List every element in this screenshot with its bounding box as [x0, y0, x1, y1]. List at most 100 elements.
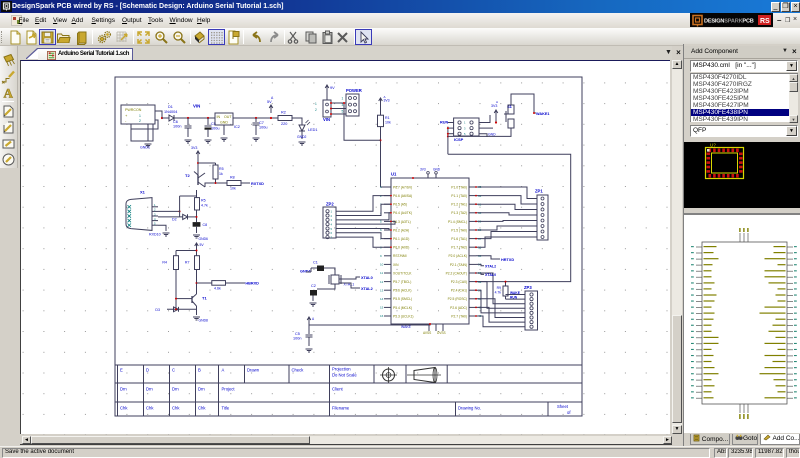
svg-text:U?: U? [710, 143, 716, 148]
svg-text:7: 7 [331, 235, 333, 239]
svg-text:Check: Check [292, 368, 305, 373]
svg-text:RUN: RUN [510, 296, 518, 300]
svg-text:AVSS: AVSS [423, 331, 431, 335]
svg-text:A: A [496, 100, 498, 104]
svg-text:ZP3: ZP3 [524, 285, 532, 290]
svg-text:Title: Title [222, 406, 230, 411]
svg-text:B: B [198, 368, 201, 373]
svg-text:13: 13 [380, 288, 384, 292]
svg-text:1N4004: 1N4004 [164, 110, 177, 114]
svg-text:D1: D1 [168, 105, 173, 109]
svg-text:of: of [567, 410, 571, 415]
svg-text:P1.7 (TA2): P1.7 (TA2) [451, 246, 467, 250]
svg-text:3V3: 3V3 [491, 104, 497, 108]
svg-text:P2.6 (ADC): P2.6 (ADC) [450, 306, 467, 310]
svg-text:OUT: OUT [224, 115, 232, 119]
svg-text:P5.6 (ACLK): P5.6 (ACLK) [393, 289, 412, 293]
svg-text:GND1: GND1 [140, 146, 150, 150]
svg-text:GND: GND [488, 133, 496, 137]
svg-text:U1: U1 [391, 172, 397, 177]
svg-text:Drn: Drn [172, 387, 179, 392]
svg-text:A: A [4, 86, 14, 101]
svg-text:P1.0 (TA0): P1.0 (TA0) [451, 185, 467, 189]
svg-text:1: 1 [139, 114, 141, 118]
svg-text:P1.2 (TA1): P1.2 (TA1) [451, 203, 467, 207]
svg-text:DVSS: DVSS [437, 331, 446, 335]
svg-text:RXTXD: RXTXD [251, 182, 264, 186]
svg-text:3V3: 3V3 [420, 168, 426, 172]
svg-text:IC2: IC2 [234, 125, 240, 129]
svg-text:P1.3 (TA2): P1.3 (TA2) [451, 211, 467, 215]
svg-text:PWRCON: PWRCON [125, 108, 142, 112]
svg-text:3: 3 [464, 126, 466, 130]
svg-text:P5.3 (UCLK1): P5.3 (UCLK1) [393, 314, 414, 318]
svg-text:3V3: 3V3 [191, 146, 197, 150]
svg-text:100n: 100n [293, 337, 301, 341]
svg-text:P5.4 (MCLK): P5.4 (MCLK) [393, 306, 412, 310]
svg-text:Client: Client [332, 387, 344, 392]
svg-text:XOUT/TCLK: XOUT/TCLK [393, 271, 412, 275]
svg-text:16: 16 [380, 314, 384, 318]
svg-text:D2: D2 [172, 218, 177, 222]
svg-text:RST/NMI: RST/NMI [393, 254, 407, 258]
svg-text:GND2: GND2 [297, 135, 307, 139]
svg-text:P1.4 (SMCL): P1.4 (SMCL) [448, 220, 467, 224]
svg-text:XTAL2: XTAL2 [361, 287, 373, 291]
svg-text:IN: IN [217, 115, 221, 119]
svg-text:P6.1 (A1D): P6.1 (A1D) [393, 237, 409, 241]
svg-text:R9: R9 [497, 286, 501, 290]
svg-text:14: 14 [380, 297, 384, 301]
svg-text:A: A [271, 96, 274, 100]
svg-text:R8: R8 [230, 176, 235, 180]
svg-text:A: A [222, 368, 225, 373]
svg-text:D3: D3 [155, 308, 160, 312]
svg-text:A: A [312, 317, 315, 321]
svg-text:P2.3 (CA0): P2.3 (CA0) [451, 280, 467, 284]
svg-text:R4: R4 [162, 260, 167, 264]
svg-text:P1.5 (TA0): P1.5 (TA0) [451, 228, 467, 232]
svg-text:Drawing No.: Drawing No. [458, 406, 481, 411]
svg-text:P2.5 (ROSC): P2.5 (ROSC) [448, 297, 467, 301]
svg-text:2: 2 [315, 108, 317, 112]
svg-text:P1.6 (TA1): P1.6 (TA1) [451, 237, 467, 241]
svg-text:LED1: LED1 [308, 128, 318, 132]
svg-text:WAKE: WAKE [510, 291, 521, 295]
svg-text:P5.7 (TBCL): P5.7 (TBCL) [393, 280, 411, 284]
svg-text:RUN: RUN [440, 121, 448, 125]
svg-text:Filename: Filename [332, 406, 350, 411]
svg-text:GND8: GND8 [199, 319, 209, 323]
svg-text:10k: 10k [385, 121, 391, 125]
svg-text:100u: 100u [259, 126, 267, 130]
svg-text:POWER: POWER [346, 88, 362, 93]
svg-text:P2.1 (TAIN): P2.1 (TAIN) [450, 263, 467, 267]
svg-text:Drn: Drn [120, 387, 127, 392]
svg-text:5V: 5V [267, 100, 272, 104]
svg-text:Drn: Drn [146, 387, 153, 392]
svg-text:P1.1 (TA0): P1.1 (TA0) [451, 194, 467, 198]
svg-text:T1: T1 [202, 296, 207, 301]
svg-text:C2: C2 [311, 284, 316, 288]
svg-text:10k: 10k [230, 187, 236, 191]
svg-text:WAKE: WAKE [401, 325, 412, 329]
svg-text:Chk: Chk [172, 406, 180, 411]
svg-text:12: 12 [380, 280, 384, 284]
svg-text:DESIGNSPARKPCB: DESIGNSPARKPCB [704, 19, 754, 25]
svg-text:P2.4 (CA1): P2.4 (CA1) [451, 289, 467, 293]
svg-text:5V: 5V [200, 243, 205, 247]
svg-text:GND6: GND6 [199, 237, 209, 241]
svg-text:9: 9 [380, 254, 382, 258]
svg-text:P2.0 (ACLK): P2.0 (ACLK) [448, 254, 467, 258]
svg-text:Projection: Projection [332, 367, 351, 372]
svg-text:XTAL2: XTAL2 [485, 264, 496, 268]
svg-text:15: 15 [380, 306, 384, 310]
svg-text:100u: 100u [211, 127, 219, 131]
svg-text:XIN: XIN [393, 263, 399, 267]
svg-text:3V3: 3V3 [384, 99, 390, 103]
svg-text:3: 3 [342, 103, 344, 107]
svg-text:1: 1 [342, 97, 344, 101]
svg-text:4.6k: 4.6k [214, 286, 221, 290]
svg-text:X1: X1 [140, 190, 146, 195]
svg-text:P6.3 (A3TL): P6.3 (A3TL) [393, 220, 411, 224]
svg-text:1k: 1k [219, 172, 223, 176]
svg-text:ZP1: ZP1 [535, 189, 543, 194]
